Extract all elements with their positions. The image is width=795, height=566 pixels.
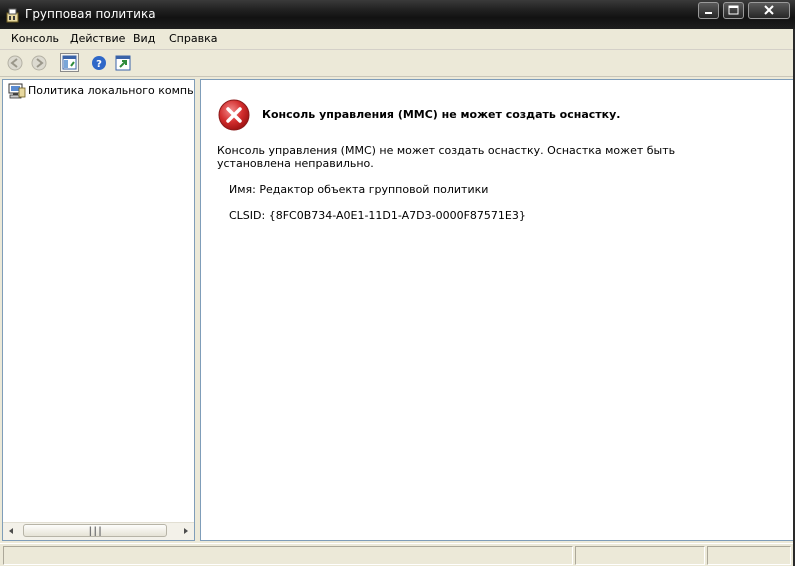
scroll-grip-icon: ┃┃┃ — [88, 527, 103, 536]
error-message: Консоль управления (MMC) не может создат… — [217, 144, 676, 170]
status-bar — [0, 543, 795, 566]
maximize-icon — [728, 5, 739, 15]
tree-pane[interactable]: Политика локального компьютера ┃┃┃ — [2, 79, 195, 541]
status-cell-main — [3, 546, 573, 565]
menu-bar: Консоль Действие Вид Справка — [0, 29, 795, 50]
forward-arrow-icon[interactable] — [30, 54, 48, 72]
help-icon[interactable]: ? — [90, 54, 108, 72]
snapin-name: Имя: Редактор объекта групповой политики — [229, 183, 489, 196]
window-title: Групповая политика — [25, 7, 156, 21]
horizontal-scrollbar[interactable]: ┃┃┃ — [3, 522, 194, 540]
show-hide-tree-icon[interactable] — [60, 53, 79, 72]
back-arrow-icon[interactable] — [6, 54, 24, 72]
title-bar[interactable]: Групповая политика — [0, 0, 795, 29]
tree-item-local-computer-policy[interactable]: Политика локального компьютера — [6, 82, 194, 100]
content-pane: Консоль управления (MMC) не может создат… — [200, 79, 794, 541]
status-cell-3 — [707, 546, 791, 565]
close-button[interactable] — [748, 2, 790, 19]
group-policy-icon[interactable] — [5, 7, 21, 23]
local-computer-policy-icon — [8, 83, 26, 99]
menu-view[interactable]: Вид — [133, 32, 155, 45]
error-title: Консоль управления (MMC) не может создат… — [262, 108, 621, 121]
toolbar: ? — [0, 50, 795, 77]
scroll-left-icon[interactable] — [3, 523, 20, 539]
error-icon — [217, 98, 251, 132]
minimize-button[interactable] — [698, 2, 719, 19]
mmc-window: Групповая политика Консоль Действие Вид … — [0, 0, 795, 566]
scrollbar-thumb[interactable]: ┃┃┃ — [23, 524, 167, 537]
status-cell-2 — [575, 546, 705, 565]
menu-console[interactable]: Консоль — [11, 32, 59, 45]
new-window-icon[interactable] — [114, 54, 132, 72]
tree-item-label: Политика локального компьютера — [28, 84, 194, 97]
close-icon — [764, 5, 774, 15]
minimize-icon — [705, 12, 712, 14]
maximize-button[interactable] — [723, 2, 744, 19]
snapin-clsid: CLSID: {8FC0B734-A0E1-11D1-A7D3-0000F875… — [229, 209, 526, 222]
menu-help[interactable]: Справка — [169, 32, 217, 45]
svg-text:?: ? — [96, 59, 102, 70]
menu-action[interactable]: Действие — [70, 32, 125, 45]
scroll-right-icon[interactable] — [177, 523, 194, 539]
